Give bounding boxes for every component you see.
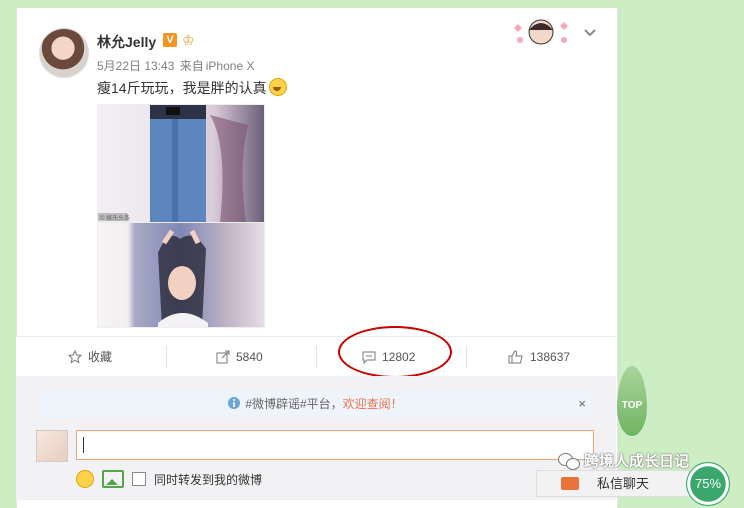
watermark-text: 跨境人成长日记 (584, 453, 690, 470)
wechat-icon (558, 452, 580, 470)
favorite-label: 收藏 (88, 350, 113, 364)
post-photo-2[interactable] (97, 222, 265, 328)
favorite-button[interactable]: 收藏 (68, 337, 112, 377)
post-date[interactable]: 5月22日 13:43 (97, 59, 174, 73)
like-count: 138637 (530, 350, 571, 364)
star-icon (68, 350, 82, 364)
repost-checkbox-label: 同时转发到我的微博 (154, 472, 263, 487)
dm-label: 私信聊天 (597, 476, 650, 491)
divider (166, 346, 167, 368)
notice-text: #微博辟谣#平台， (245, 397, 343, 411)
post-photo-1[interactable]: © 娱乐头条 (97, 104, 265, 224)
text-caret (83, 437, 84, 453)
back-to-top-button[interactable]: TOP (617, 366, 647, 436)
author-name[interactable]: 林允Jelly (97, 32, 156, 52)
like-button[interactable]: 138637 (508, 337, 570, 377)
info-icon (228, 397, 241, 409)
mail-icon (561, 477, 579, 490)
repost-icon (216, 350, 230, 364)
author-avatar[interactable] (39, 28, 89, 78)
post-source[interactable]: iPhone X (206, 59, 255, 73)
source-prefix: 来自 (179, 59, 204, 73)
chevron-down-icon[interactable] (582, 24, 598, 40)
repost-button[interactable]: 5840 (216, 337, 263, 377)
post-text: 瘦14斤玩玩，我是胖的认真 (97, 78, 287, 98)
close-icon[interactable]: × (578, 390, 586, 418)
action-bar: 收藏 5840 12802 138637 (16, 336, 616, 377)
rumor-notice: #微博辟谣#平台，欢迎查阅！ × (36, 390, 594, 418)
post-text-content: 瘦14斤玩玩，我是胖的认真 (97, 80, 267, 96)
member-crown-icon: ♔ (182, 32, 195, 48)
image-icon[interactable] (102, 470, 124, 488)
private-message-bar[interactable]: 私信聊天 (536, 470, 698, 497)
decorative-sticker-icon (514, 19, 568, 45)
repost-count: 5840 (236, 350, 263, 364)
laugh-emoji-icon (268, 78, 287, 96)
progress-badge: 75% (686, 462, 730, 506)
divider (316, 346, 317, 368)
photo-watermark: © 娱乐头条 (100, 214, 130, 222)
notice-link[interactable]: 欢迎查阅！ (343, 397, 403, 411)
thumbs-up-icon (508, 350, 523, 364)
comment-section: #微博辟谣#平台，欢迎查阅！ × 同时转发到我的微博 (16, 376, 616, 500)
repost-checkbox[interactable] (132, 472, 146, 486)
highlight-annotation (338, 326, 452, 378)
divider (466, 346, 467, 368)
comment-tools: 同时转发到我的微博 (76, 470, 262, 488)
emoji-icon[interactable] (76, 470, 94, 488)
photo-1-art: © 娱乐头条 (98, 105, 248, 223)
wechat-watermark: 跨境人成长日记 (558, 450, 689, 471)
comment-input[interactable] (76, 430, 594, 460)
post-meta: 5月22日 13:43 来自 iPhone X (97, 57, 256, 74)
verified-badge: V (163, 33, 177, 47)
photo-2-art (158, 229, 208, 327)
user-avatar (36, 430, 68, 462)
